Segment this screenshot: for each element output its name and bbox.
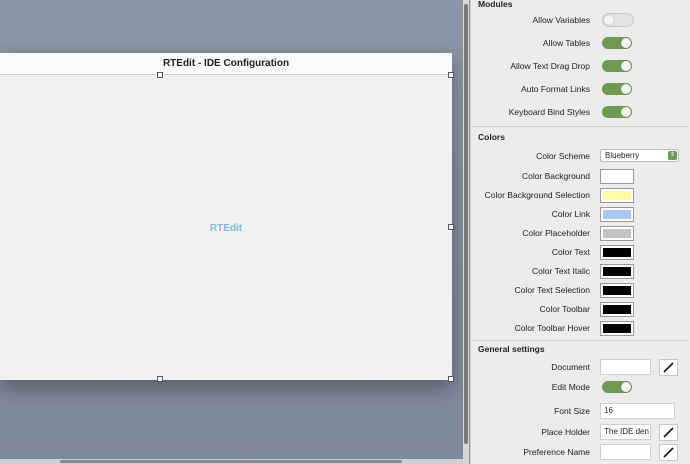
allow-tables-toggle[interactable] <box>602 37 632 49</box>
colors-heading: Colors <box>478 132 505 142</box>
color-label: Color Text Italic <box>532 266 590 276</box>
allow-text-drag-drop-toggle[interactable] <box>602 60 632 72</box>
modules-heading: Modules <box>478 0 513 9</box>
color-row-toolbar: Color Toolbar <box>471 301 690 317</box>
inspector-panel: Modules Allow Variables Allow Tables All… <box>470 0 690 464</box>
module-label: Auto Format Links <box>521 84 590 94</box>
horizontal-scrollbar[interactable] <box>0 459 463 464</box>
edit-mode-toggle[interactable] <box>602 381 632 393</box>
color-row-link: Color Link <box>471 206 690 222</box>
pencil-icon <box>663 362 674 373</box>
document-field[interactable] <box>600 359 651 375</box>
color-label: Color Link <box>551 209 590 219</box>
font-size-label: Font Size <box>554 406 590 416</box>
layout-canvas: RTEdit - IDE Configuration RTEdit <box>0 0 463 464</box>
module-row-allow-text-drag-drop: Allow Text Drag Drop <box>471 58 690 74</box>
font-size-row: Font Size 16 <box>471 403 690 419</box>
color-link-swatch[interactable] <box>600 207 634 222</box>
module-row-allow-tables: Allow Tables <box>471 35 690 51</box>
color-text-selection-swatch[interactable] <box>600 283 634 298</box>
color-label: Color Background Selection <box>484 190 590 200</box>
updown-chevron-icon: ⇕ <box>668 151 677 160</box>
module-row-keyboard-bind-styles: Keyboard Bind Styles <box>471 104 690 120</box>
color-toolbar-swatch[interactable] <box>600 302 634 317</box>
color-row-text-italic: Color Text Italic <box>471 263 690 279</box>
module-label: Allow Variables <box>532 15 590 25</box>
resize-handle-bottom-right[interactable] <box>448 376 454 382</box>
document-label: Document <box>551 362 590 372</box>
color-scheme-value: Blueberry <box>605 151 640 160</box>
document-edit-button[interactable] <box>659 359 678 376</box>
color-text-italic-swatch[interactable] <box>600 264 634 279</box>
color-label: Color Text <box>551 247 590 257</box>
color-row-background: Color Background <box>471 168 690 184</box>
module-label: Keyboard Bind Styles <box>508 107 590 117</box>
resize-handle-top-right[interactable] <box>448 72 454 78</box>
color-label: Color Toolbar <box>539 304 590 314</box>
resize-handle-top[interactable] <box>157 72 163 78</box>
vertical-scroll-thumb[interactable] <box>464 4 468 444</box>
pencil-icon <box>663 427 674 438</box>
place-holder-edit-button[interactable] <box>659 424 678 441</box>
rtedit-content-label: RTEdit <box>209 223 243 234</box>
resize-handle-bottom[interactable] <box>157 376 163 382</box>
color-background-selection-swatch[interactable] <box>600 188 634 203</box>
window-title: RTEdit - IDE Configuration <box>0 53 452 75</box>
module-label: Allow Text Drag Drop <box>510 61 590 71</box>
keyboard-bind-styles-toggle[interactable] <box>602 106 632 118</box>
section-divider <box>473 340 689 341</box>
color-label: Color Text Selection <box>514 285 590 295</box>
pencil-icon <box>663 447 674 458</box>
general-settings-heading: General settings <box>478 344 545 354</box>
color-row-placeholder: Color Placeholder <box>471 225 690 241</box>
color-label: Color Placeholder <box>522 228 590 238</box>
module-row-auto-format-links: Auto Format Links <box>471 81 690 97</box>
section-divider <box>473 126 689 127</box>
color-row-background-selection: Color Background Selection <box>471 187 690 203</box>
color-label: Color Background <box>521 171 590 181</box>
document-row: Document <box>471 359 690 376</box>
color-background-swatch[interactable] <box>600 169 634 184</box>
place-holder-row: Place Holder The IDE den <box>471 424 690 441</box>
color-row-text: Color Text <box>471 244 690 260</box>
horizontal-scroll-thumb[interactable] <box>60 460 402 463</box>
color-scheme-select[interactable]: Blueberry ⇕ <box>600 149 679 162</box>
color-scheme-label: Color Scheme <box>536 151 590 161</box>
color-row-text-selection: Color Text Selection <box>471 282 690 298</box>
place-holder-field[interactable]: The IDE den <box>600 424 651 440</box>
edit-mode-row: Edit Mode <box>471 379 690 395</box>
preference-name-edit-button[interactable] <box>659 444 678 461</box>
auto-format-links-toggle[interactable] <box>602 83 632 95</box>
edit-mode-label: Edit Mode <box>551 382 590 392</box>
color-placeholder-swatch[interactable] <box>600 226 634 241</box>
preference-name-label: Preference Name <box>523 447 590 457</box>
rtedit-window[interactable]: RTEdit - IDE Configuration RTEdit <box>0 53 454 382</box>
color-toolbar-hover-swatch[interactable] <box>600 321 634 336</box>
preference-name-field[interactable] <box>600 444 651 460</box>
preference-name-row: Preference Name <box>471 444 690 461</box>
module-row-allow-variables: Allow Variables <box>471 12 690 28</box>
color-label: Color Toolbar Hover <box>514 323 590 333</box>
module-label: Allow Tables <box>542 38 590 48</box>
color-text-swatch[interactable] <box>600 245 634 260</box>
place-holder-label: Place Holder <box>541 427 590 437</box>
color-scheme-row: Color Scheme Blueberry ⇕ <box>471 148 690 164</box>
vertical-scrollbar[interactable] <box>463 0 469 464</box>
color-row-toolbar-hover: Color Toolbar Hover <box>471 320 690 336</box>
resize-handle-right[interactable] <box>448 224 454 230</box>
font-size-field[interactable]: 16 <box>600 403 675 419</box>
allow-variables-toggle[interactable] <box>602 13 634 27</box>
